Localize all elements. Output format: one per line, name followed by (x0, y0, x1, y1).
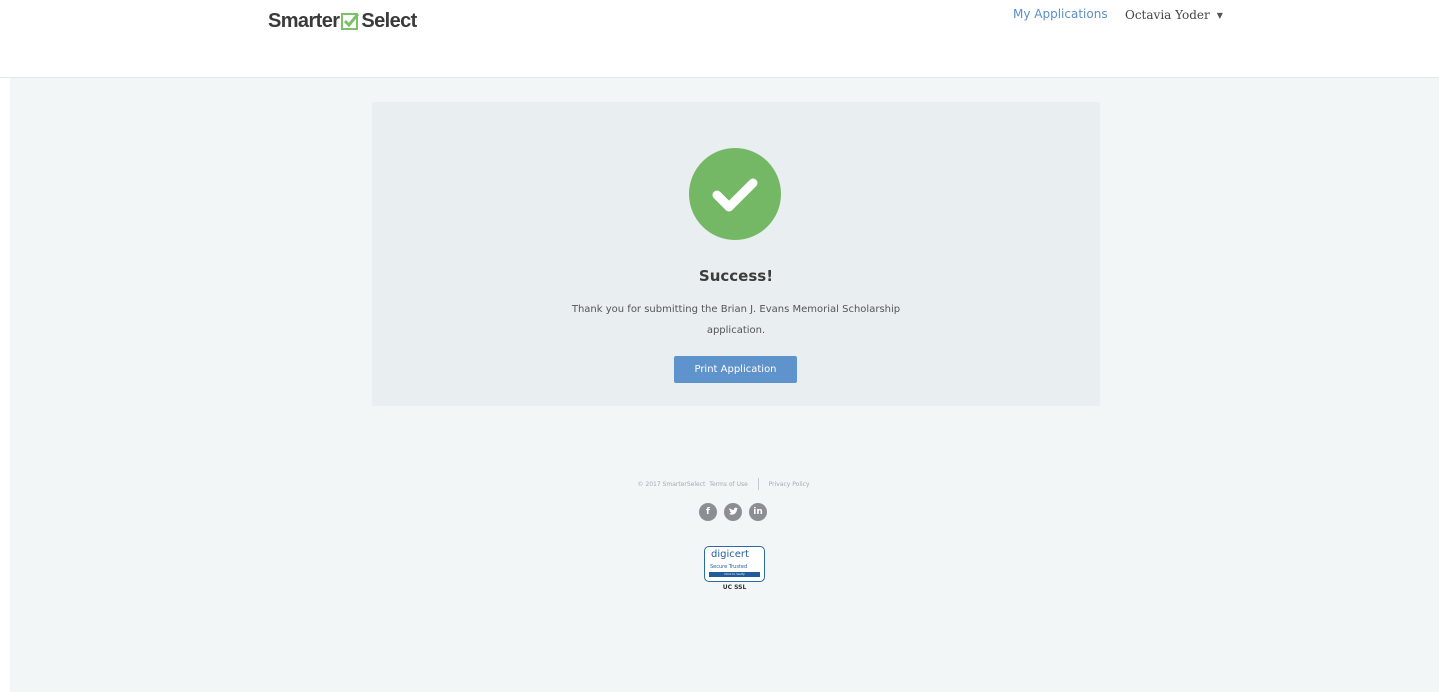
user-menu-dropdown[interactable]: Octavia Yoder ▼ (1125, 8, 1223, 22)
success-card: Success! Thank you for submitting the Br… (372, 102, 1100, 406)
footer-divider (757, 478, 759, 490)
success-checkmark-icon (689, 148, 781, 240)
digicert-caption: UC SSL (722, 584, 747, 591)
user-name: Octavia Yoder (1125, 8, 1210, 22)
smarterselect-logo[interactable]: Smarter Select (268, 7, 417, 35)
my-applications-link[interactable]: My Applications (1013, 7, 1108, 21)
twitter-icon[interactable] (724, 503, 742, 521)
linkedin-icon[interactable]: in (749, 503, 767, 521)
success-title: Success! (698, 267, 774, 285)
digicert-seal: digicert Secure Trusted Click to Verify (704, 546, 765, 582)
top-header: Smarter Select My Applications Octavia Y… (0, 0, 1439, 78)
terms-of-use-link[interactable]: Terms of Use (709, 481, 747, 488)
digicert-ssl-badge[interactable]: digicert Secure Trusted Click to Verify … (704, 546, 765, 591)
facebook-icon[interactable]: f (699, 503, 717, 521)
digicert-verify-bar: Click to Verify (709, 572, 760, 577)
logo-text-left: Smarter (268, 9, 340, 32)
print-application-button[interactable]: Print Application (674, 356, 797, 383)
logo-text-right: Select (361, 9, 417, 32)
privacy-policy-link[interactable]: Privacy Policy (769, 481, 810, 488)
checkbox-check-icon (341, 12, 360, 30)
social-links: f in (699, 503, 767, 521)
caret-down-icon: ▼ (1216, 10, 1223, 20)
success-message: Thank you for submitting the Brian J. Ev… (571, 304, 901, 336)
copyright-text: © 2017 SmarterSelect (637, 480, 706, 488)
page: Smarter Select My Applications Octavia Y… (0, 0, 1439, 692)
digicert-brand: digicert (711, 549, 749, 560)
footer-links: © 2017 SmarterSelect Terms of Use Privac… (10, 478, 1439, 490)
digicert-secure-text: Secure Trusted (710, 564, 748, 570)
main-content: Success! Thank you for submitting the Br… (10, 78, 1439, 692)
